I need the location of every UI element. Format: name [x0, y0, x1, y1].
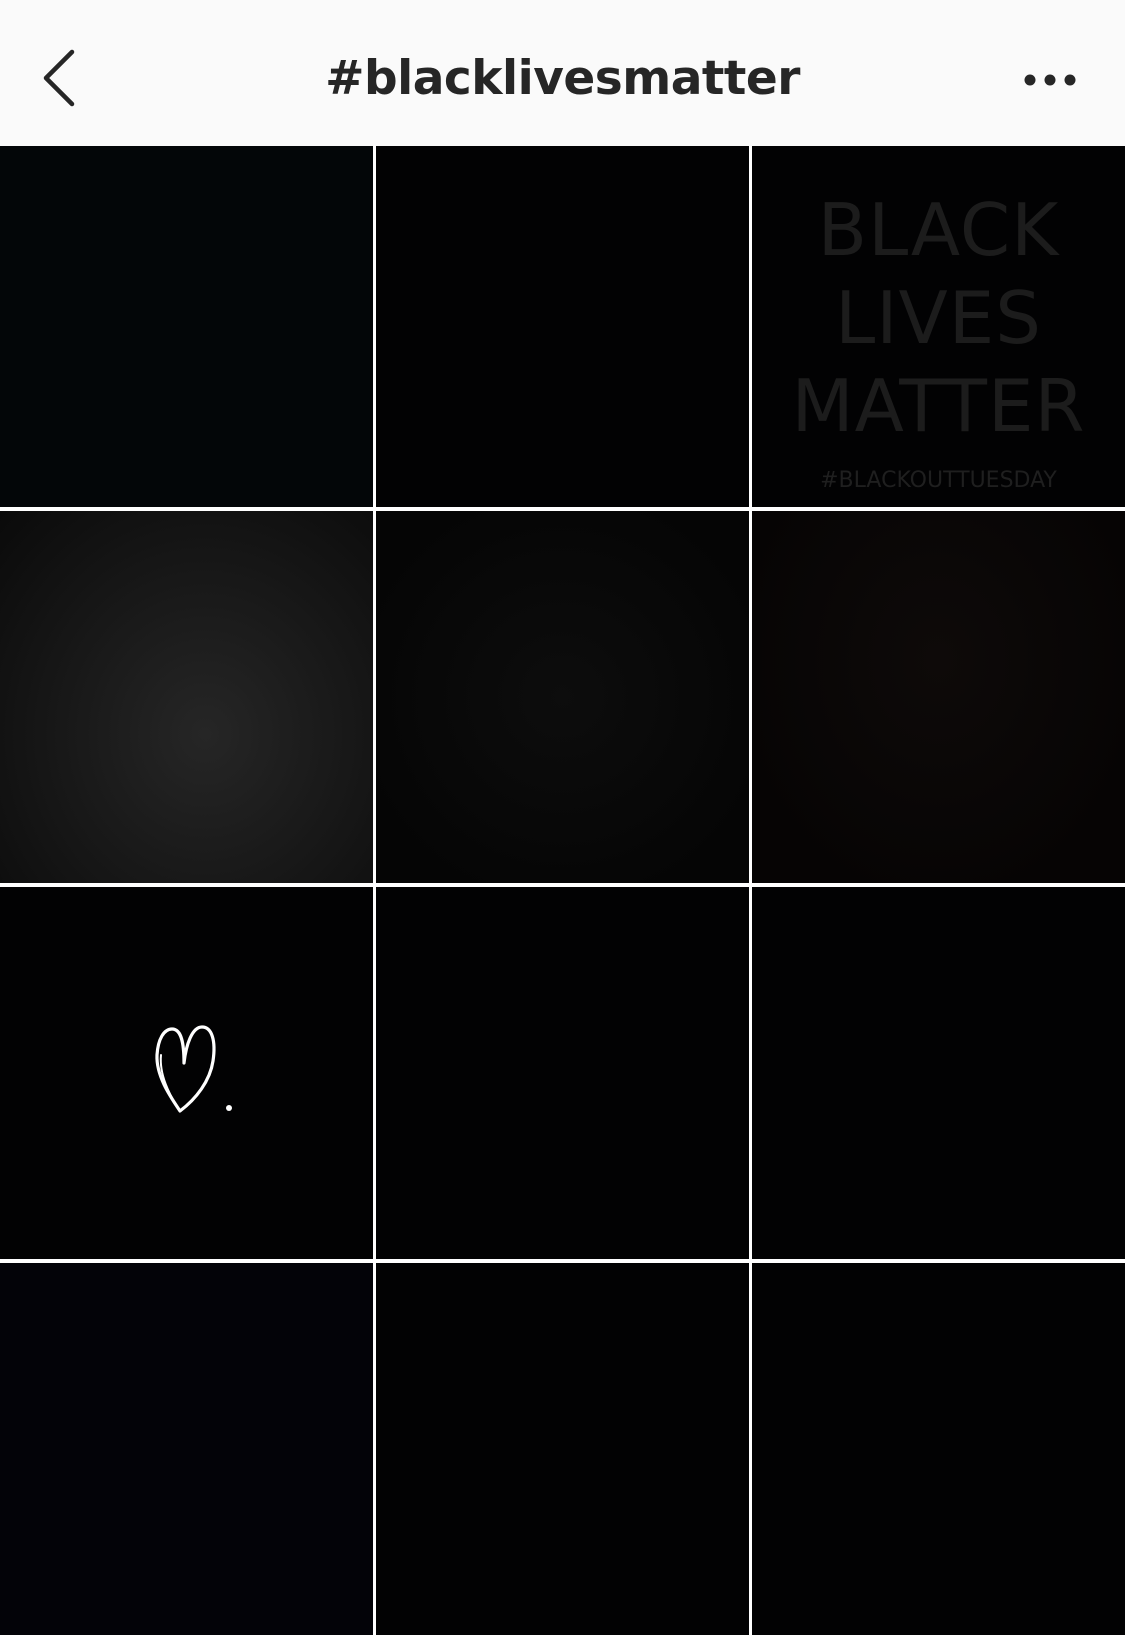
post-thumbnail-blm-text[interactable]: BLACK LIVES MATTER #BLACKOUTTUESDAY [752, 146, 1125, 507]
post-thumbnail[interactable] [376, 1263, 749, 1635]
post-grid: BLACK LIVES MATTER #BLACKOUTTUESDAY [0, 146, 1125, 1635]
blm-text-line: BLACK [817, 188, 1060, 272]
top-nav-bar: #blacklivesmatter [0, 0, 1125, 146]
post-thumbnail[interactable] [0, 1263, 373, 1635]
hashtag-title: #blacklivesmatter [325, 51, 800, 106]
post-thumbnail-heart[interactable] [0, 887, 373, 1259]
blm-text-line: MATTER [791, 364, 1086, 448]
post-thumbnail[interactable] [376, 511, 749, 883]
back-button[interactable] [34, 40, 94, 110]
blm-text-line: LIVES [835, 276, 1042, 360]
post-thumbnail[interactable] [752, 1263, 1125, 1635]
post-thumbnail[interactable] [376, 146, 749, 507]
blm-hashtag-text: #BLACKOUTTUESDAY [820, 468, 1057, 493]
heart-outline-icon [155, 1025, 232, 1113]
post-thumbnail[interactable] [0, 511, 373, 883]
post-thumbnail[interactable] [752, 887, 1125, 1259]
post-thumbnail[interactable] [0, 146, 373, 507]
more-options-button[interactable] [1015, 58, 1085, 102]
chevron-left-icon [43, 49, 75, 107]
more-horizontal-icon [1024, 74, 1076, 86]
post-thumbnail[interactable] [376, 887, 749, 1259]
post-thumbnail[interactable] [752, 511, 1125, 883]
